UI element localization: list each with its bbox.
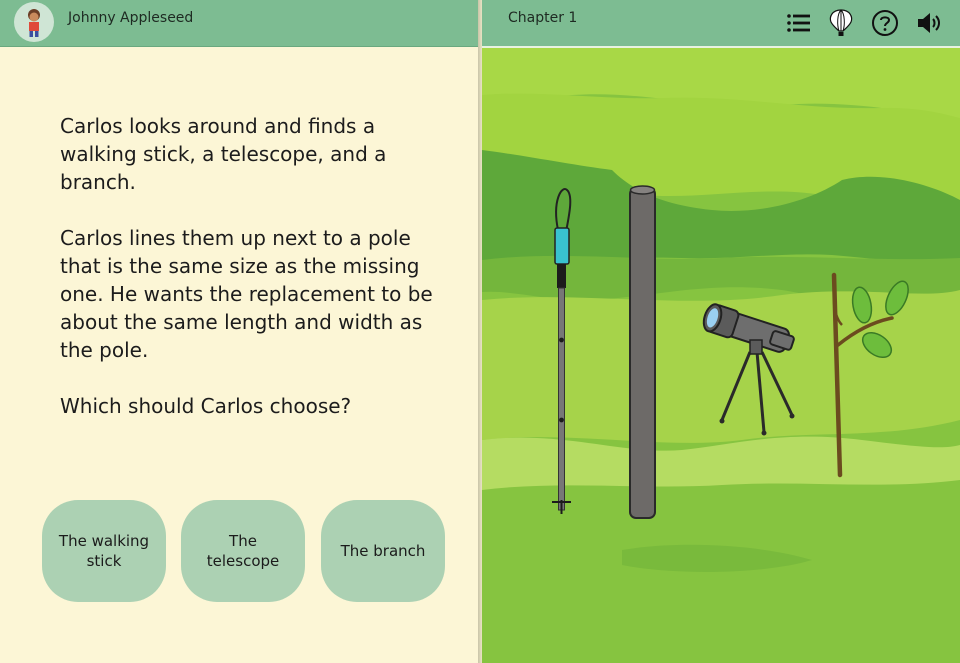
chapter-header: Chapter 1 [482,0,960,48]
story-paragraph-1: Carlos looks around and finds a walking … [60,114,387,194]
pole-illustration [629,185,656,519]
menu-list-icon[interactable] [784,8,814,38]
story-page: Johnny Appleseed Carlos looks around and… [0,0,478,663]
story-paragraph-2: Carlos lines them up next to a pole that… [60,226,433,362]
story-text: Carlos looks around and finds a walking … [60,112,440,448]
user-header: Johnny Appleseed [0,0,478,47]
user-name: Johnny Appleseed [68,10,194,26]
choice-walking-stick-button[interactable]: The walking stick [42,500,166,602]
user-avatar[interactable] [14,2,54,42]
illustration-page: Chapter 1 [482,0,960,663]
story-question: Which should Carlos choose? [60,394,352,418]
choice-branch-button[interactable]: The branch [321,500,445,602]
volume-icon[interactable] [914,8,944,38]
help-icon[interactable] [870,8,900,38]
chapter-title: Chapter 1 [508,10,578,26]
balloon-icon[interactable] [826,8,856,38]
choice-telescope-button[interactable]: The telescope [181,500,305,602]
scene-illustration [482,46,960,663]
